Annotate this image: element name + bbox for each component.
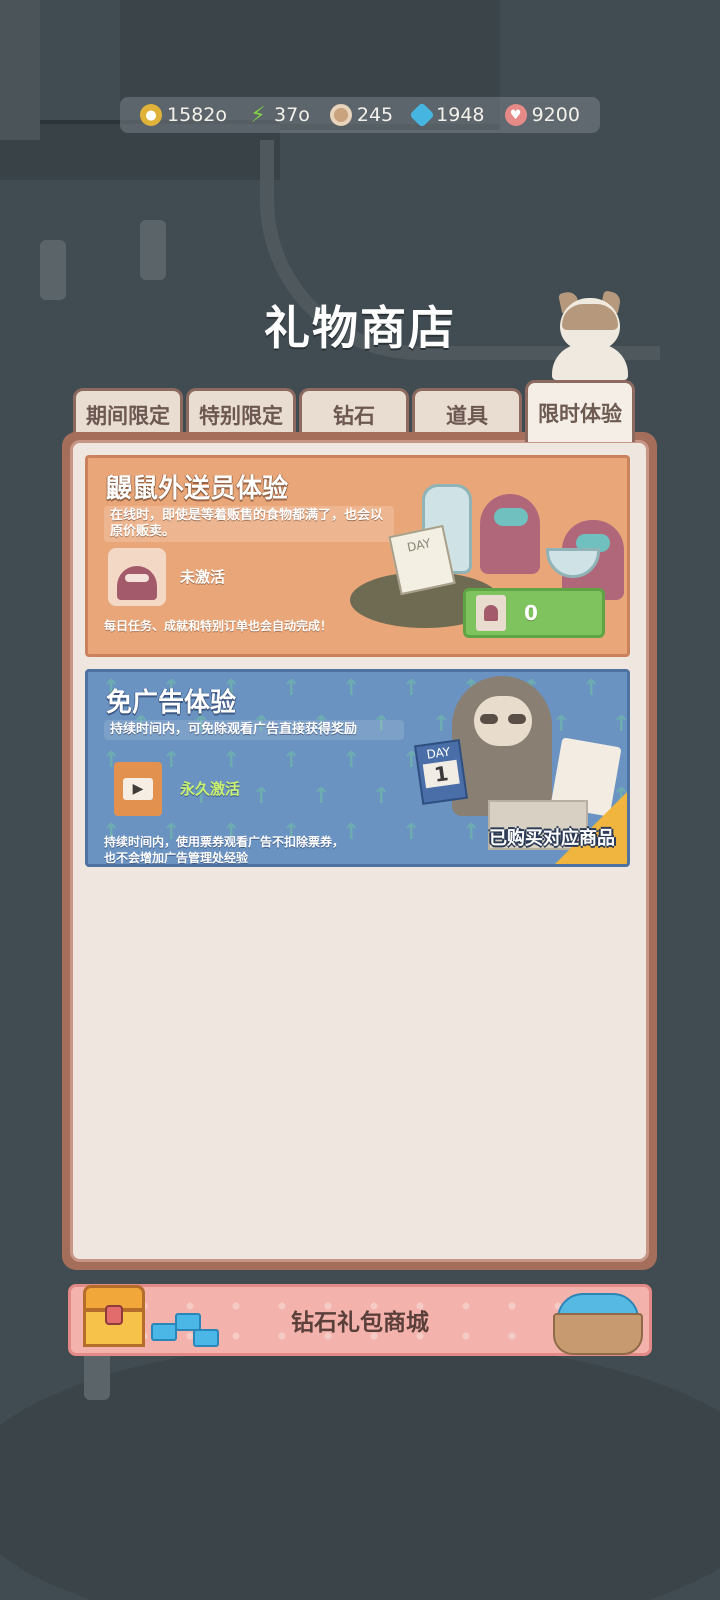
heart-icon: ♥ xyxy=(504,104,527,126)
tab-timed-trial[interactable]: 限时体验 xyxy=(525,380,635,442)
ad-ticket-icon: ▶ xyxy=(114,762,162,816)
status-label: 未激活 xyxy=(180,568,226,586)
diamond-count: 1948 xyxy=(436,104,485,126)
ticket-count-button[interactable]: 0 xyxy=(463,588,605,638)
lantern-icon xyxy=(140,220,166,280)
card-title: 免广告体验 xyxy=(106,688,237,718)
dog-mascot-icon xyxy=(552,290,628,382)
treasure-chest-icon xyxy=(79,1275,149,1353)
building-wall xyxy=(0,0,40,140)
ticket-count: 0 xyxy=(524,601,538,625)
play-icon: ▶ xyxy=(123,778,153,800)
day-card-icon: DAY 1 xyxy=(414,739,468,805)
tab-diamond[interactable]: 钻石 xyxy=(299,388,409,438)
status-label: 永久激活 xyxy=(180,780,241,798)
card-title: 鼹鼠外送员体验 xyxy=(106,474,289,504)
shop-panel-content: 鼹鼠外送员体验 在线时，即使是等着贩售的食物都满了，也会以原价贩卖。 未激活 每… xyxy=(70,440,649,1262)
resource-coin: ● 1582o xyxy=(140,104,227,126)
energy-icon: ⚡ xyxy=(250,102,266,128)
donut-icon xyxy=(329,104,352,126)
coin-icon: ● xyxy=(140,104,163,126)
day-number: 1 xyxy=(422,759,460,789)
card-footnote: 每日任务、成就和特别订单也会自动完成！ xyxy=(104,619,333,633)
coin-count: 1582o xyxy=(167,104,227,126)
mole-delivery-card[interactable]: 鼹鼠外送员体验 在线时，即使是等着贩售的食物都满了，也会以原价贩卖。 未激活 每… xyxy=(85,455,630,657)
resource-diamond: 1948 xyxy=(409,102,485,128)
resource-energy: ⚡ 37o xyxy=(247,102,310,128)
tab-period-limited[interactable]: 期间限定 xyxy=(73,388,183,438)
shop-button-label: 钻石礼包商城 xyxy=(291,1310,429,1336)
mole-icon xyxy=(108,548,166,606)
sloth-icon xyxy=(452,676,562,816)
purchased-badge: 已购买对应商品 xyxy=(489,828,615,849)
card-footnote: 持续时间内，使用票券观看广告不扣除票券，也不会增加广告管理处经验 xyxy=(104,835,345,865)
tab-items[interactable]: 道具 xyxy=(412,388,522,438)
gem-icon xyxy=(151,1323,177,1341)
card-description: 持续时间内，可免除观看广告直接获得奖励 xyxy=(104,720,404,740)
ad-free-card[interactable]: ↑↑↑↑↑↑↑↑↑ ↑↑↑↑↑↑↑↑↑ ↑↑↑↑↑↑↑↑↑ ↑↑↑↑↑↑↑↑↑ … xyxy=(85,669,630,867)
resource-donut: 245 xyxy=(329,104,394,126)
day-label: DAY xyxy=(425,744,452,762)
tab-special-limited[interactable]: 特别限定 xyxy=(186,388,296,438)
shop-panel: 鼹鼠外送员体验 在线时，即使是等着贩售的食物都满了，也会以原价贩卖。 未激活 每… xyxy=(62,432,657,1270)
mole-icon xyxy=(480,494,540,574)
lock-icon xyxy=(105,1305,123,1325)
lantern-icon xyxy=(40,240,66,300)
gem-icon xyxy=(193,1329,219,1347)
gem-basket-icon xyxy=(553,1289,643,1355)
energy-count: 37o xyxy=(274,104,310,126)
heart-count: 9200 xyxy=(531,104,580,126)
resource-bar: ● 1582o ⚡ 37o 245 1948 ♥ 9200 xyxy=(120,97,600,133)
diamond-pack-shop-button[interactable]: 钻石礼包商城 xyxy=(68,1284,652,1356)
donut-count: 245 xyxy=(356,104,394,126)
diamond-icon xyxy=(409,102,435,128)
resource-heart: ♥ 9200 xyxy=(504,104,580,126)
mole-ticket-icon xyxy=(476,595,506,631)
day-card-icon: DAY xyxy=(388,524,456,596)
